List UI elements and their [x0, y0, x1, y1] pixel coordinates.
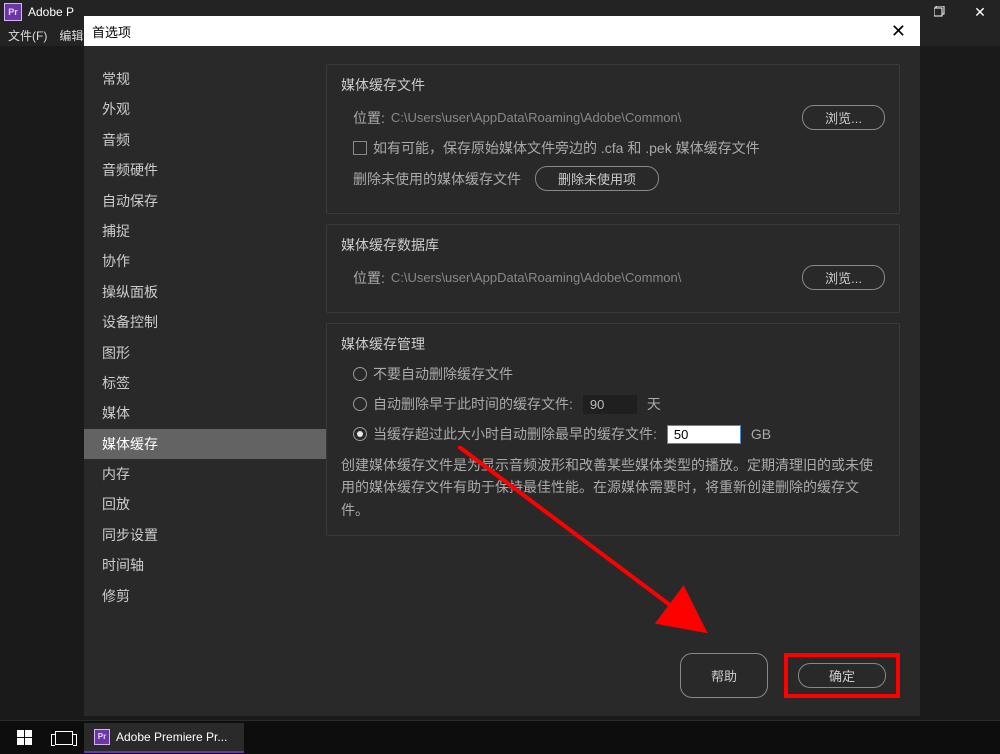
taskbar-app-label: Adobe Premiere Pr...: [116, 730, 227, 744]
sidebar-item-trim[interactable]: 修剪: [84, 581, 326, 611]
section-title: 媒体缓存管理: [341, 334, 885, 354]
unit-gb: GB: [751, 426, 771, 442]
preferences-content: 媒体缓存文件 位置: C:\Users\user\AppData\Roaming…: [326, 46, 920, 641]
sidebar-item-media[interactable]: 媒体: [84, 398, 326, 428]
save-next-to-media-checkbox[interactable]: [353, 141, 367, 155]
sidebar-item-labels[interactable]: 标签: [84, 368, 326, 398]
location-path: C:\Users\user\AppData\Roaming\Adobe\Comm…: [391, 110, 802, 125]
dialog-close-icon[interactable]: ✕: [885, 22, 912, 40]
window-controls: ✕: [920, 0, 1000, 24]
sidebar-item-device-control[interactable]: 设备控制: [84, 307, 326, 337]
windows-logo-icon: [17, 730, 32, 745]
app-title: Adobe P: [28, 5, 74, 19]
taskbar: Pr Adobe Premiere Pr...: [0, 720, 1000, 754]
menu-edit[interactable]: 编辑: [59, 27, 83, 44]
sidebar-item-appearance[interactable]: 外观: [84, 94, 326, 124]
section-media-cache-management: 媒体缓存管理 不要自动删除缓存文件 自动删除早于此时间的缓存文件: 天 当缓存超…: [326, 323, 900, 536]
sidebar-item-memory[interactable]: 内存: [84, 459, 326, 489]
delete-unused-button[interactable]: 删除未使用项: [535, 166, 659, 191]
sidebar-item-audio[interactable]: 音频: [84, 125, 326, 155]
premiere-logo-icon: Pr: [94, 729, 110, 745]
task-view-button[interactable]: [44, 731, 84, 745]
close-icon[interactable]: ✕: [960, 0, 1000, 24]
unit-days: 天: [647, 394, 661, 414]
menu-file[interactable]: 文件(F): [8, 27, 47, 44]
dialog-title: 首选项: [92, 22, 131, 41]
task-view-icon: [55, 731, 73, 745]
ok-button[interactable]: 确定: [798, 663, 886, 688]
dialog-titlebar: 首选项 ✕: [84, 16, 920, 46]
sidebar-item-sync-settings[interactable]: 同步设置: [84, 520, 326, 550]
radio-label: 自动删除早于此时间的缓存文件:: [373, 394, 573, 414]
dialog-body: 常规 外观 音频 音频硬件 自动保存 捕捉 协作 操纵面板 设备控制 图形 标签…: [84, 46, 920, 641]
section-title: 媒体缓存文件: [341, 75, 885, 95]
location-label: 位置:: [353, 108, 385, 128]
section-media-cache-files: 媒体缓存文件 位置: C:\Users\user\AppData\Roaming…: [326, 64, 900, 214]
radio-label: 不要自动删除缓存文件: [373, 364, 513, 384]
section-media-cache-db: 媒体缓存数据库 位置: C:\Users\user\AppData\Roamin…: [326, 224, 900, 313]
help-text: 创建媒体缓存文件是为显示音频波形和改善某些媒体类型的播放。定期清理旧的或未使用的…: [341, 454, 885, 521]
sidebar-item-autosave[interactable]: 自动保存: [84, 186, 326, 216]
delete-unused-label: 删除未使用的媒体缓存文件: [353, 169, 521, 189]
radio-delete-when-exceeds[interactable]: [353, 427, 367, 441]
radio-delete-older-than[interactable]: [353, 397, 367, 411]
location-path: C:\Users\user\AppData\Roaming\Adobe\Comm…: [391, 270, 802, 285]
section-title: 媒体缓存数据库: [341, 235, 885, 255]
ok-highlight-annotation: 确定: [784, 653, 900, 698]
checkbox-label: 如有可能，保存原始媒体文件旁边的 .cfa 和 .pek 媒体缓存文件: [373, 138, 760, 158]
sidebar-item-capture[interactable]: 捕捉: [84, 216, 326, 246]
radio-label: 当缓存超过此大小时自动删除最早的缓存文件:: [373, 424, 657, 444]
browse-button[interactable]: 浏览...: [802, 265, 885, 290]
sidebar-item-audio-hardware[interactable]: 音频硬件: [84, 155, 326, 185]
taskbar-premiere[interactable]: Pr Adobe Premiere Pr...: [84, 723, 244, 753]
days-input[interactable]: [583, 395, 637, 414]
preferences-dialog: 首选项 ✕ 常规 外观 音频 音频硬件 自动保存 捕捉 协作 操纵面板 设备控制…: [84, 16, 920, 716]
sidebar-item-media-cache[interactable]: 媒体缓存: [84, 429, 326, 459]
sidebar-item-collaboration[interactable]: 协作: [84, 246, 326, 276]
gb-input[interactable]: [667, 425, 741, 444]
start-button[interactable]: [4, 730, 44, 745]
location-label: 位置:: [353, 268, 385, 288]
sidebar-item-timeline[interactable]: 时间轴: [84, 550, 326, 580]
radio-no-auto-delete[interactable]: [353, 367, 367, 381]
sidebar-item-general[interactable]: 常规: [84, 64, 326, 94]
help-button[interactable]: 帮助: [680, 653, 768, 698]
sidebar-item-graphics[interactable]: 图形: [84, 338, 326, 368]
premiere-logo-icon: Pr: [4, 3, 22, 21]
restore-icon[interactable]: [920, 0, 960, 24]
dialog-footer: 帮助 确定: [84, 641, 920, 716]
sidebar-item-playback[interactable]: 回放: [84, 489, 326, 519]
browse-button[interactable]: 浏览...: [802, 105, 885, 130]
sidebar-item-control-surface[interactable]: 操纵面板: [84, 277, 326, 307]
preferences-sidebar: 常规 外观 音频 音频硬件 自动保存 捕捉 协作 操纵面板 设备控制 图形 标签…: [84, 46, 326, 641]
